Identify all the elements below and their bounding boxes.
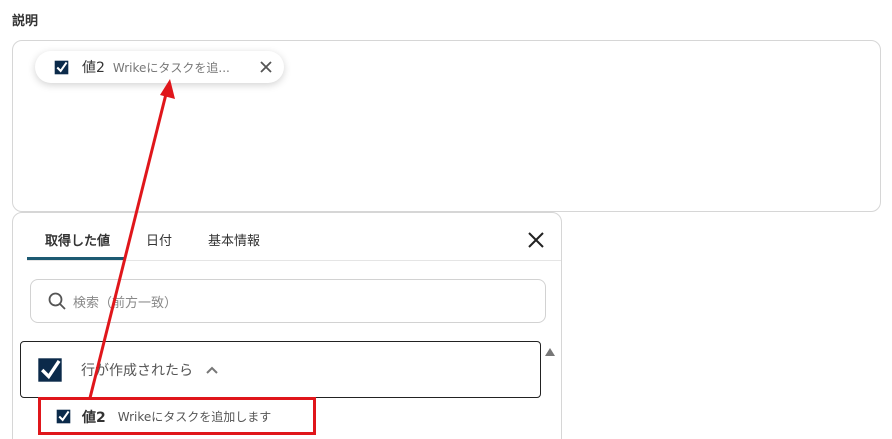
chip-name: 値2	[82, 60, 105, 76]
chip-value: Wrikeにタスクを追...	[112, 60, 230, 75]
tab-bar: 取得した値 日付 基本情報	[27, 213, 561, 261]
smartsheet-icon	[38, 357, 62, 382]
chevron-up-icon[interactable]	[205, 365, 219, 375]
scroll-up-icon[interactable]	[545, 348, 555, 356]
active-tab-indicator	[27, 257, 125, 260]
search-icon	[48, 292, 66, 310]
description-field-label: 説明	[12, 14, 39, 29]
search-placeholder: 検索（前方一致）	[73, 295, 178, 311]
close-icon[interactable]	[526, 230, 546, 250]
close-icon[interactable]	[258, 59, 274, 75]
tab-basic-info[interactable]: 基本情報	[208, 230, 260, 249]
smartsheet-icon	[54, 60, 69, 74]
annotation-highlight-box	[38, 397, 316, 435]
search-input[interactable]: 検索（前方一致）	[30, 279, 546, 323]
group-title: 行が作成されたら	[81, 362, 193, 379]
trigger-group-header[interactable]: 行が作成されたら	[20, 341, 541, 398]
value-token-chip[interactable]: 値2 Wrikeにタスクを追...	[35, 51, 284, 83]
tab-date[interactable]: 日付	[146, 230, 172, 249]
tab-acquired-values[interactable]: 取得した値	[45, 230, 110, 249]
